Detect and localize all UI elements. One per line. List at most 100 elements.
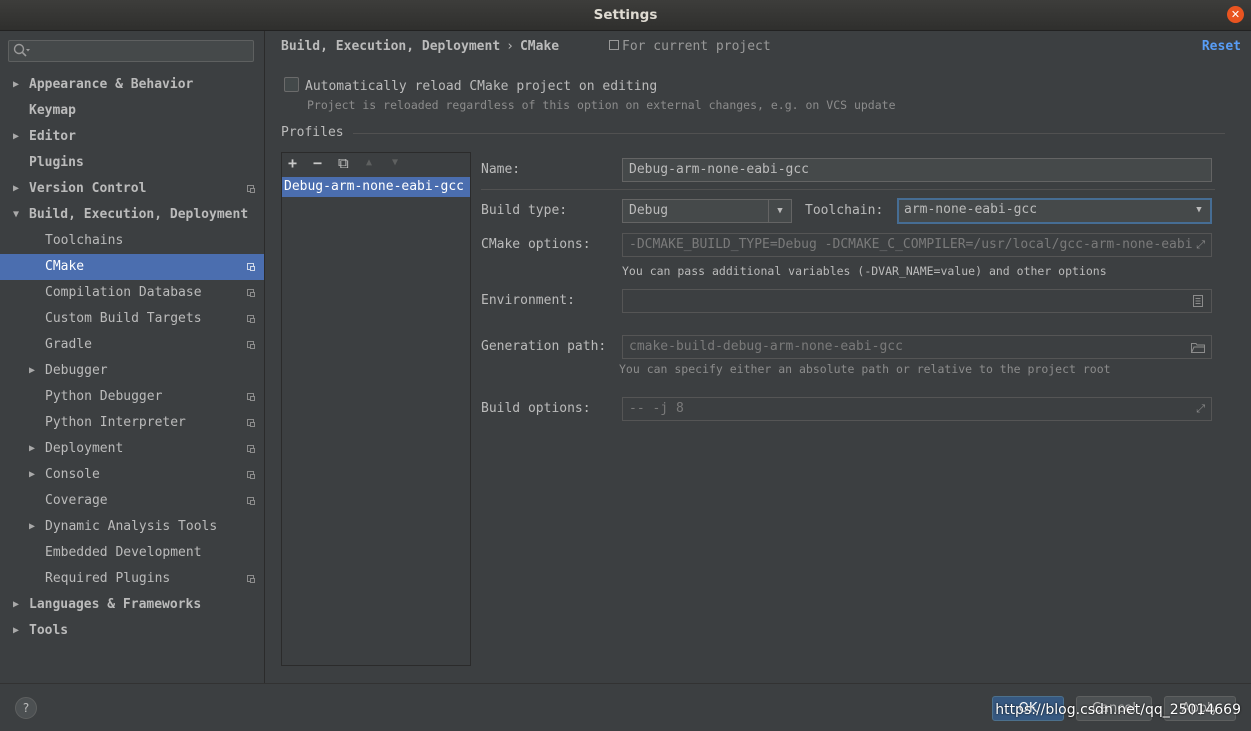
sidebar-item-tools[interactable]: ▶ Tools [0, 618, 264, 644]
sidebar-item-label: Version Control [29, 181, 147, 196]
sidebar-item-version-control[interactable]: ▶ Version Control [0, 176, 264, 202]
auto-reload-hint: Project is reloaded regardless of this o… [307, 98, 896, 112]
expand-icon[interactable]: ⤢ [1196, 398, 1205, 420]
auto-reload-option[interactable]: Automatically reload CMake project on ed… [284, 77, 657, 94]
sidebar-item-python-debugger[interactable]: Python Debugger [0, 384, 264, 410]
project-scope-icon [247, 185, 255, 193]
sidebar-item-label: Keymap [29, 103, 76, 118]
document-icon[interactable] [1193, 295, 1203, 307]
chevron-down-icon: ▼ [1196, 205, 1202, 215]
sidebar-item-required-plugins[interactable]: Required Plugins [0, 566, 264, 592]
name-label: Name: [481, 162, 521, 177]
collapsed-arrow-icon[interactable]: ▶ [29, 358, 39, 384]
profiles-toolbar: + − ⧉ ▲ ▼ [281, 152, 471, 176]
build-options-value: -- -j 8 [629, 401, 684, 416]
sidebar: ▶ Appearance & Behavior Keymap ▶ Editor Plugi… [0, 31, 265, 683]
collapsed-arrow-icon[interactable]: ▶ [13, 124, 23, 150]
profiles-list[interactable] [281, 152, 471, 666]
sidebar-item-embedded-development[interactable]: Embedded Development [0, 540, 264, 566]
sidebar-item-label: Toolchains [45, 233, 124, 248]
build-options-field[interactable]: -- -j 8 ⤢ [622, 397, 1212, 421]
collapsed-arrow-icon[interactable]: ▶ [13, 176, 23, 202]
sidebar-item-label: Debugger [45, 363, 108, 378]
breadcrumb: Build, Execution, Deployment › CMake [281, 39, 559, 54]
sidebar-item-debugger[interactable]: ▶ Debugger [0, 358, 264, 384]
collapsed-arrow-icon[interactable]: ▶ [29, 462, 39, 488]
sidebar-item-custom-build-targets[interactable]: Custom Build Targets [0, 306, 264, 332]
collapsed-arrow-icon[interactable]: ▶ [29, 436, 39, 462]
breadcrumb-current: CMake [519, 39, 560, 54]
breadcrumb-separator: › [506, 39, 514, 54]
sidebar-item-python-interpreter[interactable]: Python Interpreter [0, 410, 264, 436]
collapsed-arrow-icon[interactable]: ▶ [13, 592, 23, 618]
build-options-label: Build options: [481, 401, 591, 416]
name-separator [481, 189, 1215, 190]
move-down-icon[interactable]: ▼ [392, 157, 398, 168]
cmake-options-field[interactable]: -DCMAKE_BUILD_TYPE=Debug -DCMAKE_C_COMPI… [622, 233, 1212, 257]
search-input[interactable] [8, 40, 254, 62]
scope-indicator: For current project [609, 39, 771, 54]
sidebar-item-label: Languages & Frameworks [29, 597, 202, 612]
move-up-icon[interactable]: ▲ [366, 157, 372, 168]
environment-field[interactable] [622, 289, 1212, 313]
sidebar-item-label: Plugins [29, 155, 84, 170]
project-scope-icon [247, 471, 255, 479]
project-scope-icon [247, 341, 255, 349]
project-scope-icon [247, 419, 255, 427]
collapsed-arrow-icon[interactable]: ▶ [13, 618, 23, 644]
sidebar-item-compilation-database[interactable]: Compilation Database [0, 280, 264, 306]
generation-path-hint: You can specify either an absolute path … [619, 362, 1111, 376]
cmake-settings-panel: Build, Execution, Deployment › CMake For c… [265, 31, 1251, 683]
generation-path-label: Generation path: [481, 339, 607, 354]
cmake-options-hint: You can pass additional variables (-DVAR… [622, 264, 1107, 278]
sidebar-item-editor[interactable]: ▶ Editor [0, 124, 264, 150]
watermark: https://blog.csdn.net/qq_25014669 [995, 702, 1241, 718]
copy-profile-icon[interactable]: ⧉ [338, 154, 349, 172]
search-icon [13, 43, 30, 57]
sidebar-item-label: Gradle [45, 337, 92, 352]
generation-path-field[interactable]: cmake-build-debug-arm-none-eabi-gcc [622, 335, 1212, 359]
project-scope-icon [247, 289, 255, 297]
scope-label: For current project [622, 39, 771, 54]
generation-path-value: cmake-build-debug-arm-none-eabi-gcc [629, 339, 903, 354]
sidebar-item-cmake[interactable]: CMake [0, 254, 264, 280]
collapsed-arrow-icon[interactable]: ▶ [29, 514, 39, 540]
sidebar-item-deployment[interactable]: ▶ Deployment [0, 436, 264, 462]
cmake-options-label: CMake options: [481, 237, 591, 252]
build-type-dropdown[interactable]: Debug ▼ [622, 199, 792, 223]
name-field[interactable]: Debug-arm-none-eabi-gcc [622, 158, 1212, 182]
build-type-value: Debug [629, 203, 669, 218]
reset-link[interactable]: Reset [1202, 39, 1241, 54]
sidebar-item-languages-frameworks[interactable]: ▶ Languages & Frameworks [0, 592, 264, 618]
sidebar-item-plugins[interactable]: Plugins [0, 150, 264, 176]
folder-icon[interactable] [1191, 342, 1205, 353]
sidebar-item-label: Build, Execution, Deployment [29, 207, 249, 222]
project-scope-icon [247, 445, 255, 453]
add-profile-icon[interactable]: + [288, 154, 297, 172]
sidebar-item-appearance-behavior[interactable]: ▶ Appearance & Behavior [0, 72, 264, 98]
auto-reload-checkbox[interactable] [284, 77, 299, 92]
sidebar-item-gradle[interactable]: Gradle [0, 332, 264, 358]
profiles-divider [353, 133, 1225, 134]
remove-profile-icon[interactable]: − [313, 154, 322, 172]
project-scope-icon [609, 40, 619, 50]
profile-item[interactable]: Debug-arm-none-eabi-gcc [282, 177, 470, 197]
toolchain-dropdown[interactable]: arm-none-eabi-gcc ▼ [897, 198, 1212, 224]
sidebar-item-keymap[interactable]: Keymap [0, 98, 264, 124]
expanded-arrow-icon[interactable]: ▼ [13, 202, 23, 228]
collapsed-arrow-icon[interactable]: ▶ [13, 72, 23, 98]
sidebar-item-label: Coverage [45, 493, 108, 508]
sidebar-item-console[interactable]: ▶ Console [0, 462, 264, 488]
help-button[interactable]: ? [15, 697, 37, 719]
sidebar-item-coverage[interactable]: Coverage [0, 488, 264, 514]
chevron-down-icon: ▼ [768, 200, 791, 222]
sidebar-item-label: Appearance & Behavior [29, 77, 194, 92]
sidebar-item-toolchains[interactable]: Toolchains [0, 228, 264, 254]
sidebar-item-label: Embedded Development [45, 545, 202, 560]
sidebar-item-build-execution-deployment[interactable]: ▼ Build, Execution, Deployment [0, 202, 264, 228]
window-title: Settings [593, 7, 658, 23]
close-button[interactable]: ✕ [1227, 6, 1244, 23]
breadcrumb-parent: Build, Execution, Deployment [281, 39, 501, 54]
sidebar-item-dynamic-analysis-tools[interactable]: ▶ Dynamic Analysis Tools [0, 514, 264, 540]
expand-icon[interactable]: ⤢ [1192, 234, 1205, 256]
